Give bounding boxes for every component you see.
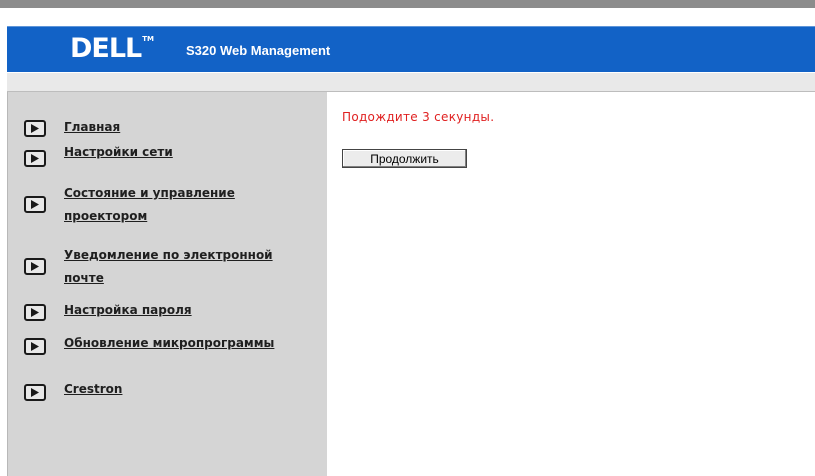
logo-text: DELL (70, 33, 142, 64)
play-arrow-icon[interactable] (24, 150, 46, 167)
sidebar-item-password-settings[interactable]: Настройка пароля (24, 303, 192, 321)
sidebar-item-label[interactable]: Главная (64, 116, 120, 138)
logo-trademark: TM (142, 35, 155, 43)
sidebar-item-label[interactable]: Обновление микропрограммы (64, 332, 274, 354)
play-arrow-icon[interactable] (24, 384, 46, 401)
sidebar-item-label[interactable]: Настройки сети (64, 141, 173, 163)
dell-logo: DELLTM (70, 34, 154, 64)
top-gap (0, 8, 815, 26)
sidebar-item-crestron[interactable]: Crestron (24, 382, 122, 401)
sidebar-item-projector-status[interactable]: Состояние и управление проектором (24, 186, 235, 223)
play-arrow-icon[interactable] (24, 338, 46, 355)
sidebar-item-firmware-update[interactable]: Обновление микропрограммы (24, 336, 274, 355)
header-banner: DELLTM S320 Web Management (7, 26, 815, 73)
header-strip (7, 72, 815, 92)
main-content: Подождите 3 секунды. Продолжить (327, 92, 815, 476)
sidebar-item-label[interactable]: Состояние и управление (64, 182, 235, 204)
sidebar-item-label[interactable]: Crestron (64, 378, 122, 400)
sidebar-item-label[interactable]: Уведомление по электронной (64, 244, 273, 266)
app-title: S320 Web Management (186, 43, 331, 58)
sidebar-item-label[interactable]: Настройка пароля (64, 299, 192, 321)
play-arrow-icon[interactable] (24, 120, 46, 137)
top-bar (0, 0, 815, 8)
sidebar-item-label-line2[interactable]: проектором (64, 205, 147, 227)
sidebar-item-email-notification[interactable]: Уведомление по электронной почте (24, 248, 273, 285)
sidebar-item-home[interactable]: Главная (24, 118, 120, 137)
play-arrow-icon[interactable] (24, 196, 46, 213)
wait-message: Подождите 3 секунды. (342, 110, 495, 124)
play-arrow-icon[interactable] (24, 304, 46, 321)
sidebar-item-network-settings[interactable]: Настройки сети (24, 145, 173, 167)
sidebar-item-label-line2[interactable]: почте (64, 267, 104, 289)
continue-button[interactable]: Продолжить (342, 149, 467, 168)
sidebar: Главная Настройки сети Состояние и управ… (7, 92, 328, 476)
play-arrow-icon[interactable] (24, 258, 46, 275)
